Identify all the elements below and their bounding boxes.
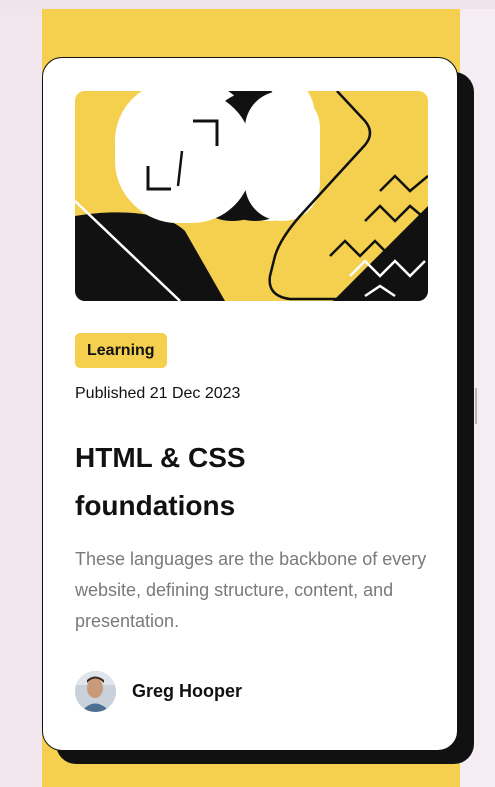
author-row: Greg Hooper bbox=[75, 671, 242, 712]
published-date: Published 21 Dec 2023 bbox=[75, 385, 241, 402]
card-description: These languages are the backbone of ever… bbox=[75, 549, 427, 631]
avatar-icon bbox=[75, 671, 116, 712]
category-badge[interactable]: Learning bbox=[75, 333, 167, 368]
blog-preview-card[interactable]: Learning Published 21 Dec 2023 HTML & CS… bbox=[42, 57, 458, 751]
card-title[interactable]: HTML & CSS foundations bbox=[75, 434, 375, 530]
author-avatar bbox=[75, 671, 116, 712]
abstract-illustration-icon bbox=[75, 91, 428, 301]
author-name[interactable]: Greg Hooper bbox=[132, 681, 242, 702]
browser-top-strip bbox=[0, 0, 495, 9]
hero-illustration bbox=[75, 91, 428, 301]
